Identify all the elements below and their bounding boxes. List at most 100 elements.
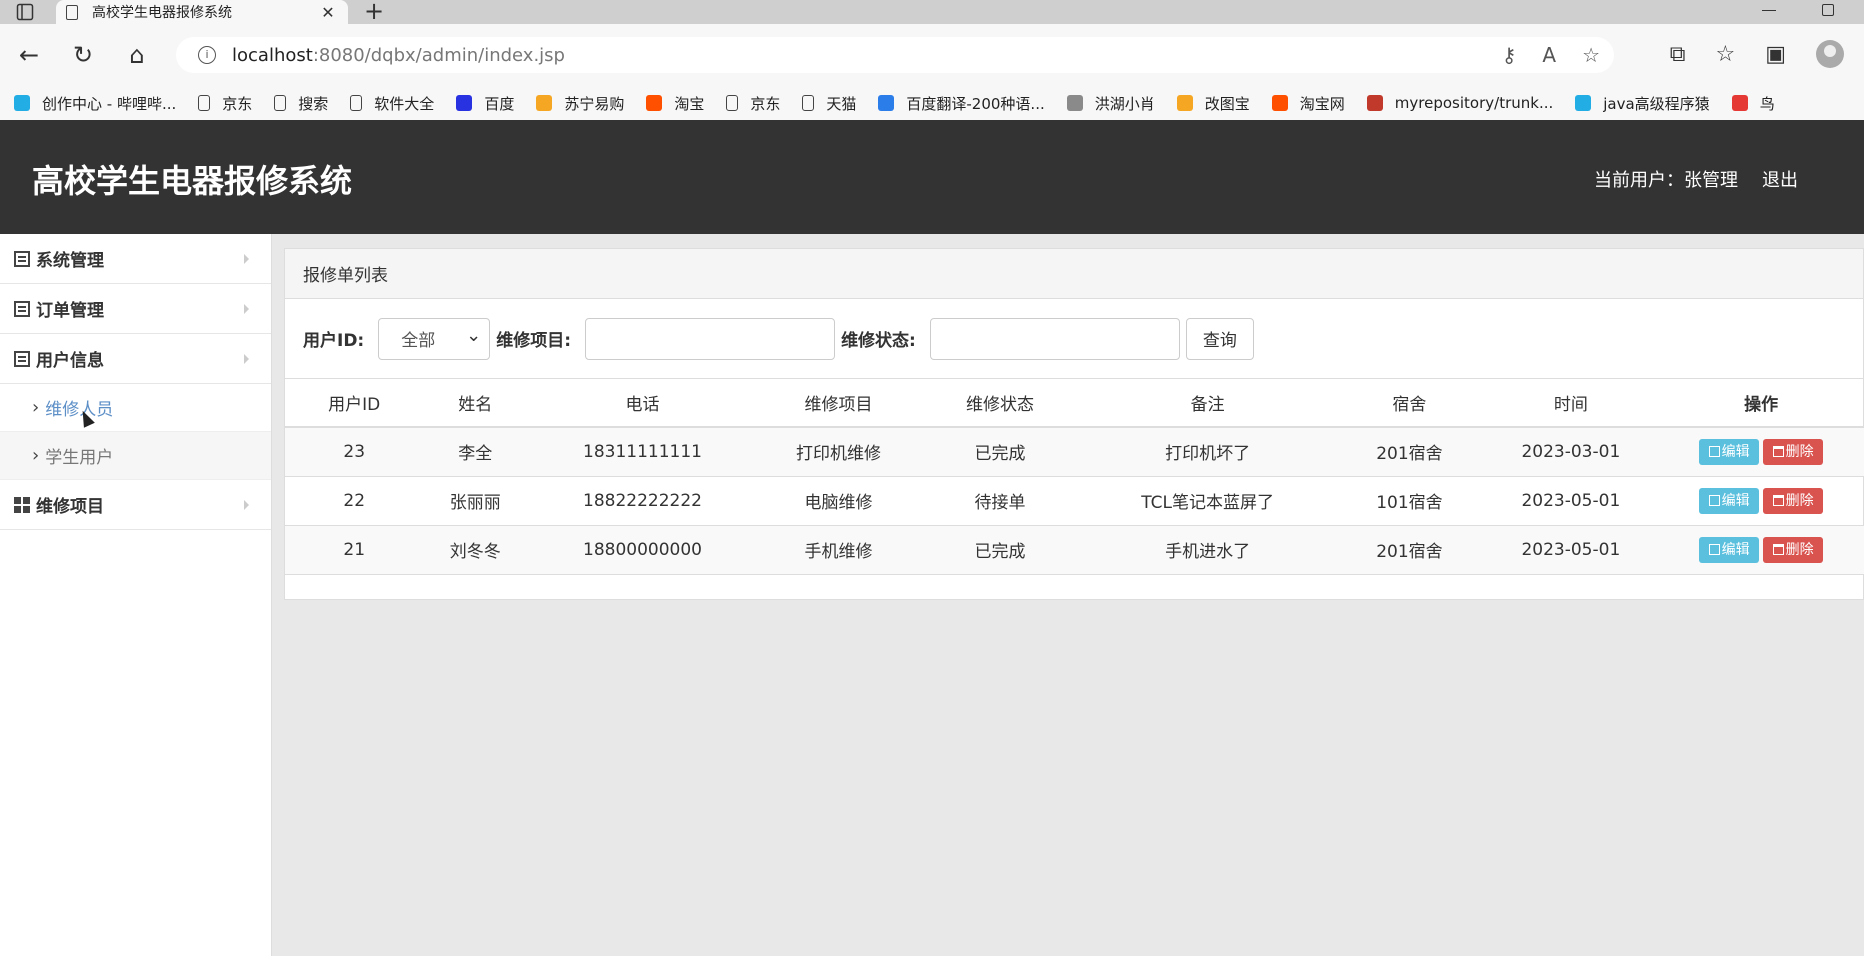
edit-button[interactable]: 编辑 <box>1699 487 1760 514</box>
site-favicon-icon <box>1575 95 1592 111</box>
table-cell: 201宿舍 <box>1334 427 1485 477</box>
edit-button[interactable]: 编辑 <box>1699 536 1760 563</box>
site-favicon-icon <box>1366 95 1383 111</box>
page-icon <box>802 95 815 111</box>
bookmark-item[interactable]: 鸟 <box>1731 93 1775 114</box>
bookmark-item[interactable]: 淘宝网 <box>1271 93 1345 114</box>
sidebar-item-system[interactable]: 系统管理 <box>0 234 271 284</box>
bookmark-label: 百度翻译-200种语... <box>906 94 1045 113</box>
edit-button-label: 编辑 <box>1721 492 1750 509</box>
extensions-icon[interactable]: ⧉ <box>1670 42 1686 67</box>
bookmark-item[interactable]: 百度 <box>456 93 514 114</box>
bookmark-item[interactable]: 苏宁易购 <box>536 93 624 114</box>
chevron-right-icon: › <box>32 397 40 418</box>
bookmark-label: 京东 <box>222 94 253 113</box>
edit-button[interactable]: 编辑 <box>1699 438 1760 465</box>
trash-icon <box>1772 445 1784 457</box>
minimize-icon[interactable] <box>1762 10 1776 11</box>
column-header: 时间 <box>1484 379 1658 428</box>
bookmark-item[interactable]: 京东 <box>198 93 252 114</box>
bookmark-label: 苏宁易购 <box>564 94 625 113</box>
sidebar-item-label: 维修项目 <box>36 497 104 517</box>
bookmark-item[interactable]: java高级程序猿 <box>1575 93 1710 114</box>
list-icon <box>14 350 30 367</box>
column-header: 备注 <box>1080 379 1335 428</box>
site-favicon-icon <box>878 95 895 111</box>
bookmark-item[interactable]: 天猫 <box>802 93 856 114</box>
edit-icon <box>1708 494 1720 506</box>
sidebar-item-label: 系统管理 <box>36 251 104 271</box>
url-host: localhost <box>232 44 313 66</box>
list-icon <box>14 250 30 267</box>
reload-icon[interactable]: ↻ <box>70 42 96 68</box>
sidebar-item-repair-items[interactable]: 维修项目 <box>0 480 271 530</box>
page-icon <box>726 95 739 111</box>
bookmark-item[interactable]: 百度翻译-200种语... <box>878 93 1045 114</box>
bookmark-item[interactable]: 创作中心 - 哔哩哔... <box>14 93 176 114</box>
repair-item-label: 维修项目: <box>496 331 572 351</box>
bookmark-item[interactable]: 改图宝 <box>1176 93 1250 114</box>
sidebar-subitem-repairers[interactable]: › 维修人员 <box>0 384 271 432</box>
table-row: 22 张丽丽 18822222222 电脑维修 待接单 TCL笔记本蓝屏了 101宿舍 202… <box>285 476 1864 526</box>
delete-button[interactable]: 删除 <box>1763 487 1824 514</box>
sidebar-item-users[interactable]: 用户信息 <box>0 334 271 384</box>
delete-button[interactable]: 删除 <box>1763 536 1824 563</box>
tab-actions-icon[interactable] <box>16 3 34 21</box>
table-cell: 张丽丽 <box>423 476 528 526</box>
bookmark-item[interactable]: 搜索 <box>274 93 328 114</box>
back-icon[interactable]: ← <box>16 42 42 68</box>
repair-item-input[interactable] <box>585 317 836 360</box>
bookmark-item[interactable]: 淘宝 <box>646 93 704 114</box>
home-icon[interactable]: ⌂ <box>124 42 150 68</box>
sidebar-item-orders[interactable]: 订单管理 <box>0 284 271 334</box>
user-id-select[interactable]: 全部 <box>378 317 491 360</box>
column-header: 姓名 <box>423 379 528 428</box>
delete-button[interactable]: 删除 <box>1763 438 1824 465</box>
edit-button-label: 编辑 <box>1721 443 1750 460</box>
table-cell: 李全 <box>423 427 528 477</box>
site-favicon-icon <box>536 95 553 111</box>
table-cell: 23 <box>285 427 424 477</box>
collections-icon[interactable]: ▣ <box>1765 42 1786 67</box>
sidebar-subitem-students[interactable]: › 学生用户 <box>0 432 271 480</box>
table-cell: 18311111111 <box>527 427 758 477</box>
browser-tab[interactable]: 高校学生电器报修系统 ✕ <box>56 0 348 24</box>
bookmark-label: myrepository/trunk... <box>1394 94 1554 112</box>
column-header: 操作 <box>1657 379 1864 428</box>
key-icon[interactable]: ⚷ <box>1502 43 1517 67</box>
profile-avatar[interactable] <box>1816 40 1844 68</box>
site-favicon-icon <box>456 95 473 111</box>
app-title: 高校学生电器报修系统 <box>32 162 353 200</box>
repair-status-input[interactable] <box>929 317 1180 360</box>
bookmark-item[interactable]: 洪湖小肖 <box>1066 93 1155 114</box>
add-favorite-icon[interactable]: ☆ <box>1582 43 1600 67</box>
panel-title: 报修单列表 <box>285 249 1863 299</box>
site-favicon-icon <box>1066 95 1083 111</box>
bookmark-item[interactable]: 京东 <box>726 93 780 114</box>
trash-icon <box>1772 543 1784 555</box>
restore-icon[interactable] <box>1822 4 1834 16</box>
actions-cell: 编辑 删除 <box>1657 476 1864 526</box>
query-button[interactable]: 查询 <box>1185 317 1254 360</box>
delete-button-label: 删除 <box>1785 492 1814 509</box>
bookmark-item[interactable]: 软件大全 <box>350 93 434 114</box>
edit-button-label: 编辑 <box>1721 541 1750 558</box>
table-cell: 201宿舍 <box>1334 525 1485 575</box>
table-cell: 101宿舍 <box>1334 476 1485 526</box>
close-tab-icon[interactable]: ✕ <box>318 3 338 22</box>
table-cell: 手机维修 <box>757 525 920 575</box>
address-input[interactable]: i localhost :8080/dqbx/admin/index.jsp ⚷… <box>176 37 1614 73</box>
favorites-icon[interactable]: ☆ <box>1715 42 1735 67</box>
read-aloud-icon[interactable]: A <box>1542 43 1556 67</box>
logout-link[interactable]: 退出 <box>1762 166 1798 192</box>
site-info-icon[interactable]: i <box>198 46 216 64</box>
edit-icon <box>1708 445 1720 457</box>
app-header: 高校学生电器报修系统 当前用户：张管理 退出 <box>0 120 1864 234</box>
new-tab-icon[interactable]: + <box>364 0 384 23</box>
list-icon <box>14 300 30 317</box>
table-cell: 2023-03-01 <box>1484 427 1658 477</box>
sidebar-item-label: 用户信息 <box>36 351 104 371</box>
filter-bar: 用户ID: 全部 维修项目: 维修状态: 查询 <box>285 299 1863 379</box>
chevron-right-icon: › <box>32 445 40 466</box>
bookmark-item[interactable]: myrepository/trunk... <box>1366 94 1554 112</box>
